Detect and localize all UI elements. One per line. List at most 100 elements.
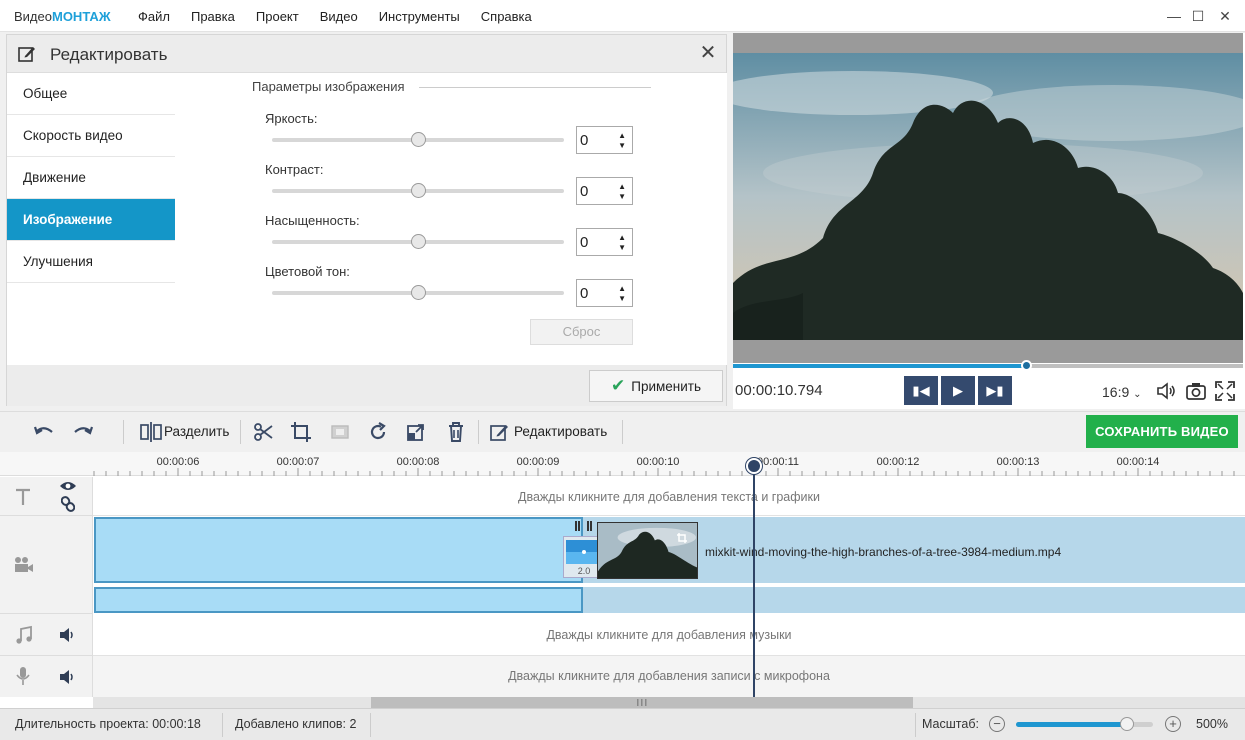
menu-file[interactable]: Файл <box>138 9 170 24</box>
video-clip-selected[interactable] <box>94 517 583 583</box>
contrast-slider[interactable] <box>272 183 564 198</box>
brightness-slider[interactable] <box>272 132 564 147</box>
prev-frame-button[interactable]: ▮◀ <box>904 376 938 405</box>
volume-icon[interactable] <box>1155 380 1177 402</box>
brightness-label: Яркость: <box>265 111 318 126</box>
split-icon[interactable] <box>139 420 163 444</box>
resize-icon[interactable] <box>404 420 428 444</box>
apply-button[interactable]: ✔ Применить <box>589 370 723 402</box>
reset-button[interactable]: Сброс <box>530 319 633 345</box>
music-note-icon[interactable] <box>15 625 33 645</box>
status-divider <box>222 713 223 737</box>
tick-label: 00:00:09 <box>516 456 560 468</box>
text-track-header <box>0 477 93 516</box>
time-ruler[interactable]: 00:00:06 00:00:07 00:00:08 00:00:09 00:0… <box>0 452 1245 476</box>
spin-down-icon[interactable]: ▼ <box>618 295 626 303</box>
trash-icon[interactable] <box>444 420 468 444</box>
menu-project[interactable]: Проект <box>256 9 299 24</box>
close-icon[interactable]: ✕ <box>698 42 718 64</box>
brightness-slider-thumb[interactable] <box>410 132 426 147</box>
playback-progress[interactable] <box>733 360 1243 371</box>
split-button[interactable]: Разделить <box>164 424 229 439</box>
fullscreen-icon[interactable] <box>1214 380 1236 402</box>
volume-icon[interactable] <box>59 669 77 685</box>
clips-label: Добавлено клипов: <box>235 717 347 731</box>
zoom-out-icon[interactable]: − <box>989 716 1005 732</box>
play-button[interactable]: ▶ <box>941 376 975 405</box>
clips-count: Добавлено клипов: 2 <box>235 717 356 731</box>
status-divider <box>370 713 371 737</box>
contrast-slider-thumb[interactable] <box>410 183 426 198</box>
edit-button[interactable]: Редактировать <box>514 424 607 439</box>
menu-help[interactable]: Справка <box>481 9 532 24</box>
mic-track[interactable]: Дважды кликните для добавления записи с … <box>93 656 1245 697</box>
progress-thumb[interactable] <box>1021 360 1033 371</box>
link-icon[interactable] <box>61 496 75 512</box>
text-icon[interactable] <box>13 487 33 507</box>
saturation-slider[interactable] <box>272 234 564 249</box>
eye-icon[interactable] <box>59 479 77 493</box>
maximize-button[interactable]: ☐ <box>1188 6 1208 26</box>
aspect-ratio-value: 16:9 <box>1102 384 1130 400</box>
video-player[interactable] <box>733 33 1243 363</box>
menu-edit[interactable]: Правка <box>191 9 235 24</box>
camera-icon[interactable] <box>1185 380 1207 402</box>
tab-image[interactable]: Изображение <box>7 199 183 241</box>
brightness-stepper[interactable]: 0 ▲ ▼ <box>576 126 633 154</box>
clip-thumbnail <box>597 522 698 579</box>
tick-label: 00:00:10 <box>636 456 680 468</box>
zoom-slider[interactable] <box>1016 717 1153 731</box>
text-track[interactable]: Дважды кликните для добавления текста и … <box>93 477 1245 516</box>
crop-icon[interactable] <box>289 420 313 444</box>
scrollbar-thumb[interactable] <box>371 697 913 708</box>
clips-value: 2 <box>349 717 357 731</box>
microphone-icon[interactable] <box>16 666 30 686</box>
redo-icon[interactable] <box>71 420 95 444</box>
spin-down-icon[interactable]: ▼ <box>618 193 626 201</box>
tab-motion[interactable]: Движение <box>7 157 175 199</box>
spin-up-icon[interactable]: ▲ <box>618 234 626 242</box>
edit-icon[interactable] <box>488 420 512 444</box>
tab-speed[interactable]: Скорость видео <box>7 115 175 157</box>
zoom-fill <box>1016 722 1127 727</box>
menu-tools[interactable]: Инструменты <box>379 9 460 24</box>
timecode: 00:00:10.794 <box>735 382 823 399</box>
playhead-handle[interactable] <box>746 458 762 474</box>
clip-audio[interactable] <box>583 587 1245 613</box>
menu-bar: Файл Правка Проект Видео Инструменты Спр… <box>138 9 553 24</box>
minimize-button[interactable]: — <box>1164 6 1184 26</box>
hue-slider-thumb[interactable] <box>410 285 426 300</box>
zoom-in-icon[interactable]: + <box>1165 716 1181 732</box>
contrast-stepper[interactable]: 0 ▲ ▼ <box>576 177 633 205</box>
trim-handle-icon[interactable] <box>574 521 594 531</box>
spin-up-icon[interactable]: ▲ <box>618 183 626 191</box>
scissors-icon[interactable] <box>252 420 276 444</box>
rotate-icon[interactable] <box>366 420 390 444</box>
mic-track-hint: Дважды кликните для добавления записи с … <box>508 669 830 683</box>
spin-down-icon[interactable]: ▼ <box>618 244 626 252</box>
close-window-button[interactable]: ✕ <box>1215 6 1235 26</box>
spin-down-icon[interactable]: ▼ <box>618 142 626 150</box>
spin-up-icon[interactable]: ▲ <box>618 285 626 293</box>
zoom-slider-thumb[interactable] <box>1119 717 1134 731</box>
tick-label: 00:00:11 <box>756 456 800 468</box>
saturation-slider-thumb[interactable] <box>410 234 426 249</box>
undo-icon[interactable] <box>32 420 56 444</box>
tab-enhancements[interactable]: Улучшения <box>7 241 175 283</box>
video-camera-icon[interactable] <box>13 556 35 574</box>
apply-label: Применить <box>631 379 701 394</box>
hue-slider[interactable] <box>272 285 564 300</box>
clip-audio-selected[interactable] <box>94 587 583 613</box>
volume-icon[interactable] <box>59 627 77 643</box>
aspect-ratio-select[interactable]: 16:9 ⌄ <box>1102 384 1142 400</box>
tab-general[interactable]: Общее <box>7 73 175 115</box>
playhead[interactable] <box>753 460 755 700</box>
save-video-button[interactable]: СОХРАНИТЬ ВИДЕО <box>1086 415 1238 448</box>
music-track[interactable]: Дважды кликните для добавления музыки <box>93 614 1245 656</box>
spin-up-icon[interactable]: ▲ <box>618 132 626 140</box>
hue-stepper[interactable]: 0 ▲ ▼ <box>576 279 633 307</box>
next-frame-button[interactable]: ▶▮ <box>978 376 1012 405</box>
saturation-stepper[interactable]: 0 ▲ ▼ <box>576 228 633 256</box>
menu-video[interactable]: Видео <box>320 9 358 24</box>
timeline-scrollbar[interactable] <box>93 697 1245 708</box>
